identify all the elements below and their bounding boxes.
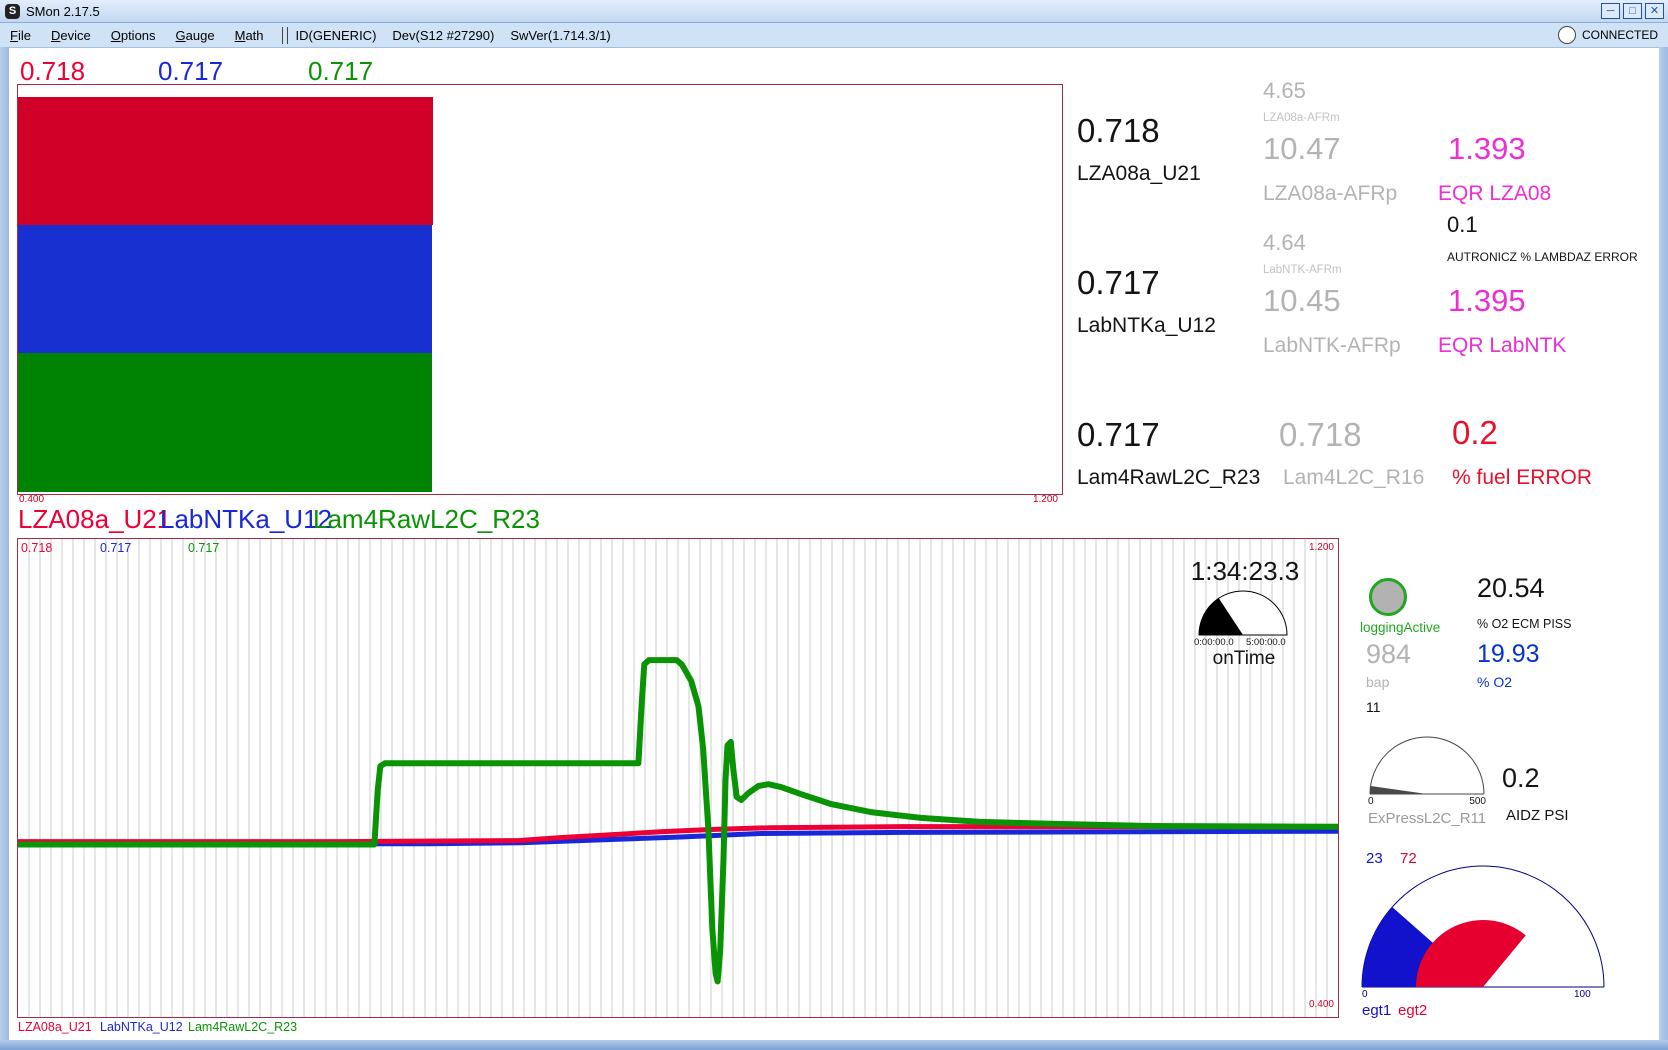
readout-lza08a-afrm-label: LZA08a-AFRm	[1263, 112, 1340, 124]
o2-value: 19.93	[1477, 640, 1540, 669]
strip-chart-canvas	[18, 539, 1338, 1017]
readout-lza08a-afrp-value: 10.47	[1263, 131, 1341, 167]
aidz-value: 0.2	[1502, 763, 1540, 794]
window-edge-bottom	[0, 1040, 1668, 1050]
window-edge-right	[1659, 47, 1668, 1040]
readout-eqr-lza08-value: 1.393	[1448, 131, 1526, 167]
bottom-legend-lam4raw: Lam4RawL2C_R23	[188, 1020, 297, 1034]
legend-labntka: LabNTKa_U12	[160, 504, 332, 535]
readout-lza08a-afrm-value: 4.65	[1263, 78, 1306, 104]
bottom-legend-labntka: LabNTKa_U12	[100, 1020, 183, 1034]
connection-status: CONNECTED	[1558, 26, 1658, 44]
bar-value-labntka: 0.717	[158, 56, 223, 87]
bar-value-lza08a: 0.718	[20, 56, 85, 87]
readout-fuel-error-label: % fuel ERROR	[1452, 466, 1592, 490]
readout-labntk-afrp-value: 10.45	[1263, 283, 1341, 319]
chart-axis-max: 1.200	[1270, 542, 1334, 553]
bottom-legend-lza08a: LZA08a_U21	[18, 1020, 92, 1034]
bar-gauge-panel	[17, 84, 1063, 495]
readout-labntka-label: LabNTKa_U12	[1077, 314, 1216, 338]
readout-labntk-afrp-label: LabNTK-AFRp	[1263, 334, 1401, 358]
readout-labntka-value: 0.717	[1077, 264, 1160, 302]
egt-min-label: 0	[1362, 989, 1368, 1000]
readout-fuel-error-value: 0.2	[1452, 414, 1498, 452]
menu-gauge[interactable]: Gauge	[166, 26, 225, 45]
bar-axis-max: 1.200	[1000, 494, 1058, 505]
app-icon: S	[5, 4, 20, 19]
bar-lam4raw	[18, 353, 432, 492]
chart-current-labntka: 0.717	[100, 541, 131, 555]
connection-indicator-icon	[1558, 26, 1576, 44]
express-gauge-icon	[1369, 736, 1487, 796]
device-label: Dev(S12 #27290)	[392, 28, 494, 43]
readout-eqr-lza08-label: EQR LZA08	[1438, 182, 1551, 206]
logging-active-label: loggingActive	[1360, 620, 1440, 635]
menu-items: FileDeviceOptionsGaugeMath	[0, 26, 274, 45]
egt-gauge-icon	[1361, 864, 1605, 990]
ontime-max-label: 5:00:00.0	[1246, 637, 1286, 648]
readout-labntk-afrm-label: LabNTK-AFRm	[1263, 264, 1342, 276]
bap-label: bap	[1366, 674, 1389, 690]
egt1-label: egt1	[1362, 1002, 1391, 1019]
menu-options[interactable]: Options	[101, 26, 166, 45]
menu-device[interactable]: Device	[41, 26, 101, 45]
title-bar: S SMon 2.17.5 ─ □ ✕	[0, 0, 1668, 23]
bap-value: 984	[1366, 639, 1411, 670]
ontime-label: onTime	[1198, 648, 1290, 670]
readout-eqr-labntk-value: 1.395	[1448, 283, 1526, 319]
bar-value-lam4raw: 0.717	[308, 56, 373, 87]
bar-labntka	[18, 225, 432, 353]
menu-separator	[282, 27, 288, 44]
o2ecm-value: 20.54	[1477, 573, 1545, 604]
strip-chart	[17, 538, 1339, 1018]
readout-labntk-afrm-value: 4.64	[1263, 230, 1306, 256]
maximize-button[interactable]: □	[1623, 3, 1642, 19]
menu-math[interactable]: Math	[225, 26, 274, 45]
readout-lam4raw-value: 0.717	[1077, 416, 1160, 454]
minimize-button[interactable]: ─	[1601, 3, 1620, 19]
egt-max-label: 100	[1574, 989, 1591, 1000]
logging-active-indicator-icon	[1369, 578, 1407, 616]
menu-file[interactable]: File	[0, 26, 41, 45]
press-max-label: 500	[1460, 796, 1486, 807]
chart-current-lza08a: 0.718	[21, 541, 52, 555]
egt2-label: egt2	[1398, 1002, 1427, 1019]
connection-label: CONNECTED	[1582, 28, 1658, 42]
close-button[interactable]: ✕	[1645, 3, 1664, 19]
o2-label: % O2	[1477, 674, 1512, 690]
readout-lza08a-label: LZA08a_U21	[1077, 162, 1201, 186]
device-id-label: ID(GENERIC)	[296, 28, 377, 43]
bar-lza08a	[18, 97, 433, 225]
extra-value: 11	[1366, 699, 1381, 715]
swver-label: SwVer(1.714.3/1)	[510, 28, 610, 43]
press-min-label: 0	[1368, 796, 1374, 807]
readout-lam4raw-label: Lam4RawL2C_R23	[1077, 466, 1260, 490]
window-edge-left	[0, 47, 9, 1040]
readout-lam4l2c-label: Lam4L2C_R16	[1283, 466, 1424, 490]
readout-eqr-labntk-label: EQR LabNTK	[1438, 334, 1566, 358]
readout-autronicz-error-label: AUTRONICZ % LAMBDAZ ERROR	[1447, 250, 1638, 264]
legend-lam4raw: Lam4RawL2C_R23	[313, 504, 540, 535]
readout-lza08a-afrp-label: LZA08a-AFRp	[1263, 182, 1397, 206]
app-window: S SMon 2.17.5 ─ □ ✕ FileDeviceOptionsGau…	[0, 0, 1668, 1050]
press-gauge-label: ExPressL2C_R11	[1368, 810, 1486, 827]
menu-bar: FileDeviceOptionsGaugeMath ID(GENERIC) D…	[0, 23, 1668, 48]
ontime-gauge-icon	[1198, 590, 1290, 637]
readout-lza08a-value: 0.718	[1077, 112, 1160, 150]
ontime-value: 1:34:23.3	[1180, 556, 1310, 587]
aidz-label: AIDZ PSI	[1506, 807, 1569, 824]
readout-lam4l2c-value: 0.718	[1279, 416, 1362, 454]
window-title: SMon 2.17.5	[26, 4, 100, 19]
legend-lza08a: LZA08a_U21	[18, 504, 171, 535]
chart-current-lam4raw: 0.717	[188, 541, 219, 555]
readout-autronicz-error-value: 0.1	[1447, 212, 1478, 238]
ontime-min-label: 0:00:00.0	[1194, 637, 1234, 648]
o2ecm-label: % O2 ECM PISS	[1477, 617, 1571, 631]
chart-axis-min: 0.400	[1270, 999, 1334, 1010]
